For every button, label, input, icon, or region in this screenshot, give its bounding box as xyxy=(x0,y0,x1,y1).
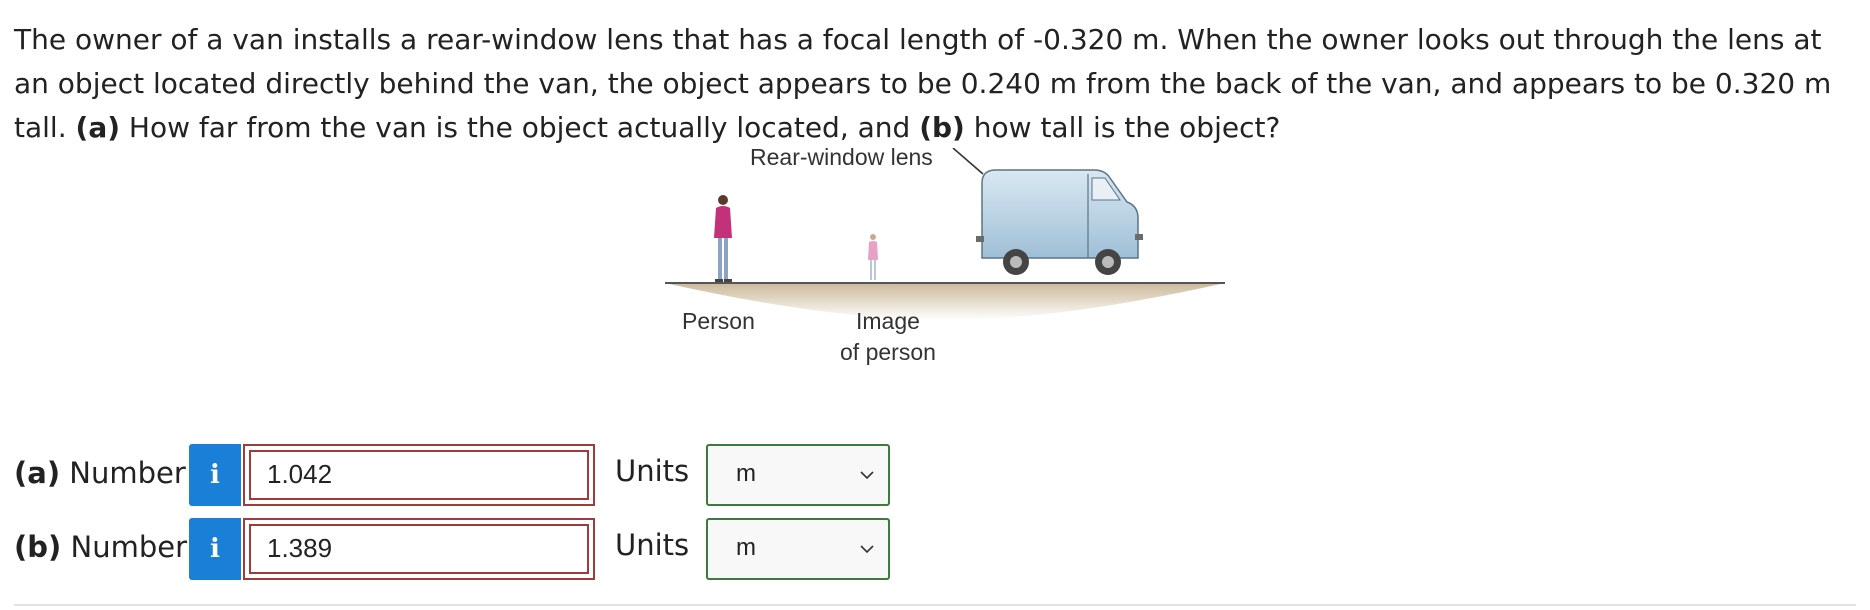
part-a-marker: (a) xyxy=(75,111,121,144)
person-label: Person xyxy=(682,308,755,334)
answer-b-value: 1.389 xyxy=(267,533,333,563)
answer-b-units-value: m xyxy=(736,534,756,561)
answer-b-units-select[interactable]: m xyxy=(706,518,890,580)
answer-b-info-icon[interactable]: i xyxy=(189,518,241,580)
answer-b-label: (b) Number xyxy=(14,530,187,564)
answer-a-input[interactable]: 1.042 xyxy=(243,444,595,506)
image-of-person-label: Image of person xyxy=(840,308,936,366)
answer-a-units-value: m xyxy=(736,460,756,487)
answer-b-part: (b) xyxy=(14,530,62,564)
image-of-person-figure xyxy=(868,234,878,280)
rear-window-lens-label: Rear-window lens xyxy=(750,144,933,170)
chevron-down-icon xyxy=(860,471,874,480)
answer-a-label: (a) Number xyxy=(14,456,186,490)
chevron-down-icon xyxy=(860,545,874,554)
answer-a-value: 1.042 xyxy=(267,459,333,489)
person-figure xyxy=(714,195,732,282)
answer-a-part: (a) xyxy=(14,456,61,490)
answer-b-units-label: Units xyxy=(615,528,690,562)
answer-a-units-select[interactable]: m xyxy=(706,444,890,506)
image-label-line1: Image xyxy=(855,308,920,334)
van-scene-illustration xyxy=(665,147,1225,320)
question-text-part2: How far from the van is the object actua… xyxy=(128,111,911,144)
van-figure xyxy=(976,169,1143,275)
answer-b-input[interactable]: 1.389 xyxy=(243,518,595,580)
van-lens-figure: Rear-window lens Person Image of person xyxy=(660,144,1230,378)
answer-a-info-icon[interactable]: i xyxy=(189,444,241,506)
answer-b-number-text: Number xyxy=(70,530,188,564)
bottom-divider xyxy=(14,604,1856,606)
lens-leader-line xyxy=(952,147,984,175)
question-text-part3: how tall is the object? xyxy=(973,111,1281,144)
part-b-marker: (b) xyxy=(919,111,965,144)
image-label-line2: of person xyxy=(840,339,936,365)
answer-a-units-label: Units xyxy=(615,454,690,488)
answer-a-number-text: Number xyxy=(69,456,186,490)
question-text: The owner of a van installs a rear-windo… xyxy=(14,18,1854,150)
